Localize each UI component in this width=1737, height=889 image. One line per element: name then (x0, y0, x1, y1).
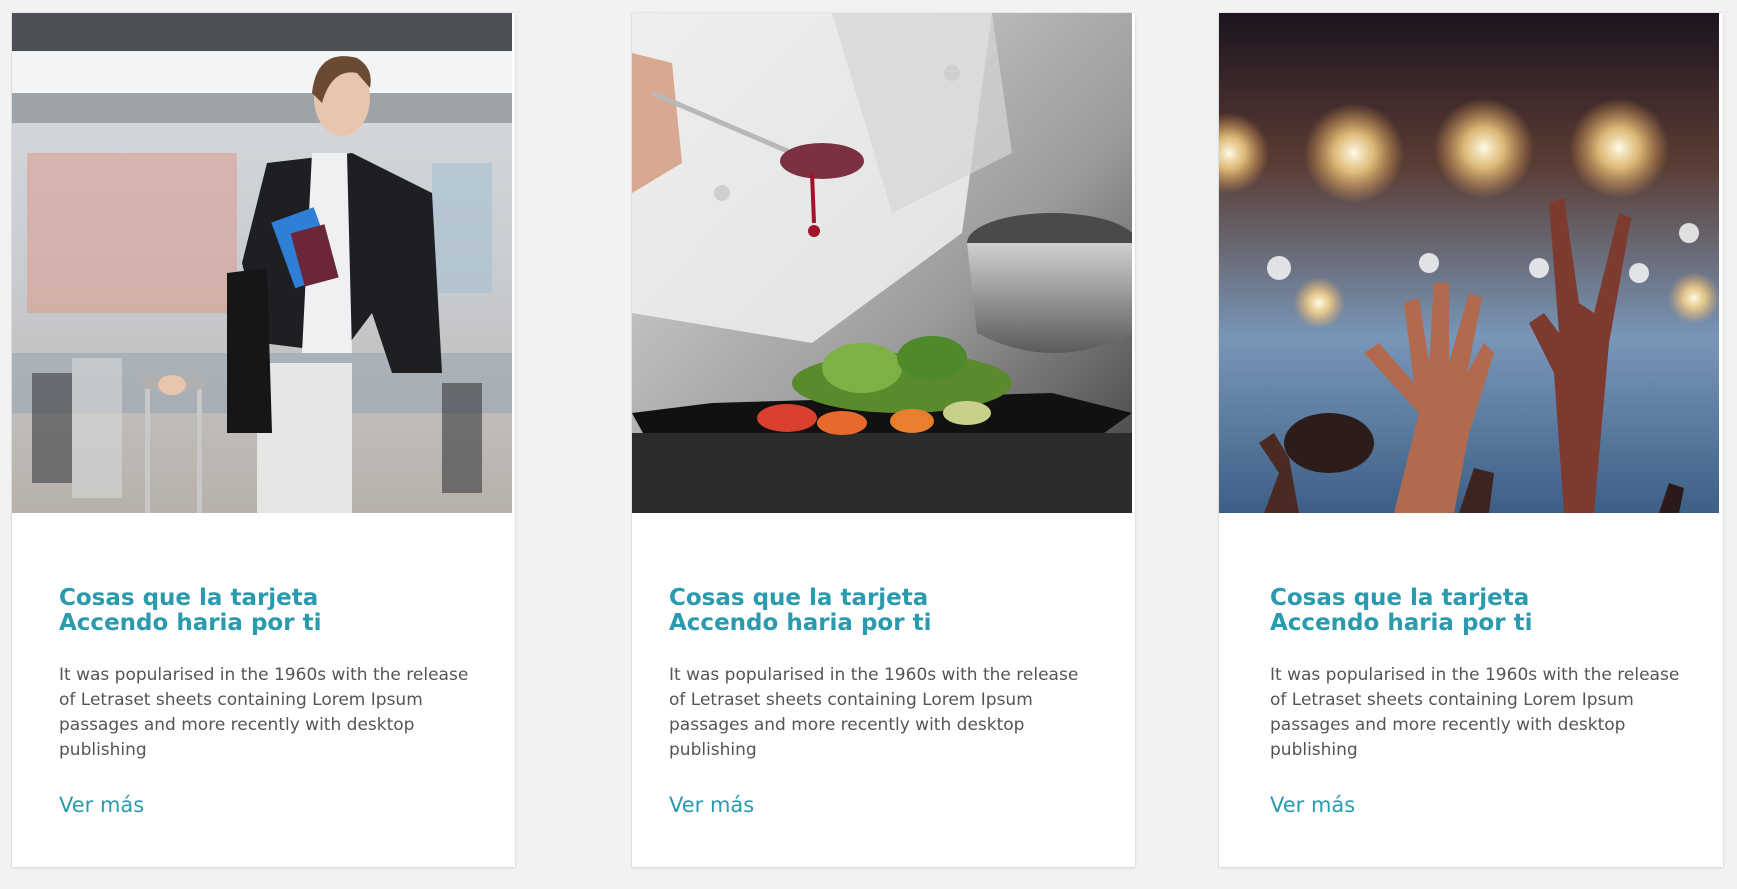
chef-plating-photo (632, 13, 1132, 513)
card-description: It was popularised in the 1960s with the… (669, 665, 1079, 760)
concert-crowd-photo (1219, 13, 1719, 513)
card-image (632, 13, 1132, 513)
woman-airport-photo (12, 13, 512, 513)
card-description: It was popularised in the 1960s with the… (1270, 665, 1680, 760)
ver-mas-link[interactable]: Ver más (59, 793, 144, 818)
promo-card: Cosas que la tarjeta Accendo haria por t… (1219, 13, 1723, 867)
card-body: Cosas que la tarjeta Accendo haria por t… (12, 513, 515, 867)
card-image (1219, 13, 1719, 513)
card-body: Cosas que la tarjeta Accendo haria por t… (1219, 513, 1723, 867)
ver-mas-link[interactable]: Ver más (669, 793, 754, 818)
card-description: It was popularised in the 1960s with the… (59, 665, 469, 760)
promo-card: Cosas que la tarjeta Accendo haria por t… (632, 13, 1135, 867)
card-title: Cosas que la tarjeta Accendo haria por t… (59, 585, 322, 636)
card-title: Cosas que la tarjeta Accendo haria por t… (1270, 585, 1533, 636)
card-grid: Cosas que la tarjeta Accendo haria por t… (0, 0, 1737, 889)
promo-card: Cosas que la tarjeta Accendo haria por t… (12, 13, 515, 867)
ver-mas-link[interactable]: Ver más (1270, 793, 1355, 818)
card-body: Cosas que la tarjeta Accendo haria por t… (632, 513, 1135, 867)
card-title: Cosas que la tarjeta Accendo haria por t… (669, 585, 932, 636)
card-image (12, 13, 512, 513)
